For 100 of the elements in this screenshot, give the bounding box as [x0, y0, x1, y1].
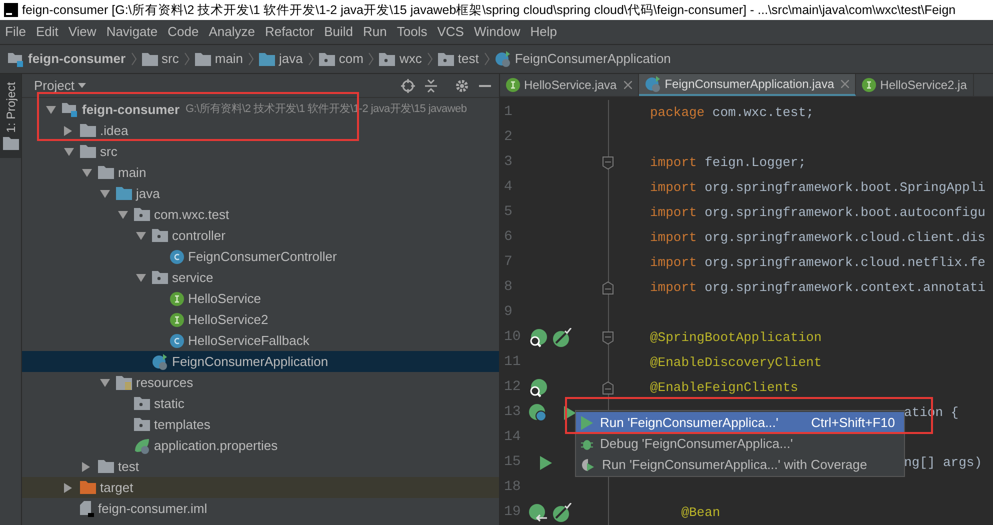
chevron-icon: [184, 52, 190, 66]
editor-tab[interactable]: HelloService2.ja: [856, 74, 974, 96]
menu-item[interactable]: Help: [525, 22, 562, 42]
project-view-dropdown[interactable]: Project: [34, 76, 86, 96]
fold-marker-icon[interactable]: [602, 330, 614, 344]
tree-item[interactable]: com.wxc.test: [22, 204, 499, 225]
close-icon[interactable]: [841, 80, 850, 88]
menu-item[interactable]: Tools: [392, 22, 432, 42]
tree-item[interactable]: resources: [22, 372, 499, 393]
close-icon[interactable]: [624, 81, 632, 89]
tree-item[interactable]: HelloServiceFallback: [22, 330, 499, 351]
crosshair-icon[interactable]: [401, 78, 415, 92]
menu-item[interactable]: View: [63, 22, 102, 42]
spring-class-icon: [152, 354, 168, 370]
tree-item[interactable]: controller: [22, 225, 499, 246]
line-number: 12: [503, 378, 522, 397]
fold-marker-icon[interactable]: [602, 380, 614, 394]
collapsed-arrow-icon[interactable]: [64, 126, 72, 136]
tree-item[interactable]: src: [22, 141, 499, 162]
expanded-arrow-icon[interactable]: [82, 168, 92, 176]
menu-item[interactable]: Run 'FeignConsumerApplica...' Ctrl+Shift+F10: [576, 412, 904, 433]
folder-icon: [142, 52, 158, 66]
tree-item[interactable]: HelloService2: [22, 309, 499, 330]
expanded-arrow-icon[interactable]: [136, 232, 146, 240]
tree-item[interactable]: application.properties: [22, 435, 499, 456]
tree-item[interactable]: java: [22, 183, 499, 204]
code-text: org.springframework.context.annotati: [704, 278, 986, 297]
folder-icon: [98, 460, 114, 473]
fold-marker-icon[interactable]: [602, 156, 614, 170]
class-icon: [170, 250, 184, 264]
bean-class-icon[interactable]: [528, 402, 548, 422]
menu-item[interactable]: Run: [358, 22, 392, 42]
menu-item[interactable]: VCS: [432, 22, 469, 42]
menu-item[interactable]: Refactor: [260, 22, 320, 42]
code-text: org.springframework.cloud.netflix.fe: [704, 254, 986, 272]
run-icon: [540, 456, 552, 470]
bean-search-icon[interactable]: [528, 328, 548, 348]
expanded-arrow-icon[interactable]: [100, 378, 110, 386]
expanded-arrow-icon[interactable]: [64, 148, 74, 156]
folder-icon: [98, 166, 114, 179]
tree-item[interactable]: HelloService: [22, 288, 499, 309]
code-text: org.springframework.boot.SpringAppli: [704, 178, 986, 197]
expanded-arrow-icon[interactable]: [136, 274, 146, 282]
package-folder-icon: [134, 208, 150, 221]
chevron-icon: [368, 52, 374, 66]
coverage-run-icon: [581, 458, 595, 472]
menu-item[interactable]: File: [0, 22, 31, 42]
editor-tab[interactable]: FeignConsumerApplication.java: [638, 74, 856, 96]
breadcrumb-item[interactable]: main: [194, 49, 244, 69]
menu-item[interactable]: Edit: [30, 22, 64, 42]
code-text: @EnableDiscoveryClient: [650, 354, 822, 372]
expanded-arrow-icon[interactable]: [46, 106, 56, 114]
menu-item[interactable]: Analyze: [204, 22, 260, 42]
code-text: import: [650, 204, 697, 222]
tree-item[interactable]: target: [22, 477, 499, 498]
collapse-icon[interactable]: [425, 78, 437, 92]
line-number: 8: [503, 278, 514, 297]
tree-item[interactable]: FeignConsumerController: [22, 246, 499, 267]
module-icon: [8, 52, 24, 66]
menu-item[interactable]: Build: [319, 22, 358, 42]
editor-tab[interactable]: HelloService.java: [500, 74, 639, 96]
menu-item[interactable]: Run 'FeignConsumerApplica...' with Coverage: [576, 454, 904, 475]
tree-item[interactable]: service: [22, 267, 499, 288]
tree-item[interactable]: main: [22, 162, 499, 183]
expanded-arrow-icon[interactable]: [118, 210, 128, 218]
breadcrumb-item[interactable]: feign-consumer: [8, 49, 126, 69]
line-number: 13: [503, 403, 522, 422]
breadcrumb-item[interactable]: wxc: [379, 49, 422, 69]
folder-icon: [80, 145, 96, 158]
bean-search-icon[interactable]: [528, 378, 548, 398]
fold-marker-icon[interactable]: [602, 280, 614, 294]
spring-leaf-icon: [134, 438, 150, 454]
tree-item[interactable]: test: [22, 456, 499, 477]
tree-item[interactable]: feign-consumer.iml: [22, 498, 499, 519]
file-icon: [80, 500, 94, 516]
project-tool-tab[interactable]: 1: Project: [0, 74, 21, 158]
breadcrumb-item[interactable]: java: [259, 49, 303, 69]
breadcrumb-item[interactable]: test: [438, 49, 479, 69]
tree-item[interactable]: static: [22, 393, 499, 414]
package-folder-icon: [318, 52, 335, 66]
menu-item[interactable]: Window: [468, 22, 526, 42]
breadcrumb-item[interactable]: src: [142, 49, 179, 69]
bean-check-icon[interactable]: [552, 502, 572, 522]
breadcrumb-item[interactable]: FeignConsumerApplication: [494, 49, 671, 69]
breadcrumb-item[interactable]: com: [318, 49, 364, 69]
tree-item[interactable]: FeignConsumerApplication: [22, 351, 499, 372]
expanded-arrow-icon[interactable]: [100, 190, 110, 198]
menu-item[interactable]: Debug 'FeignConsumerApplica...': [576, 433, 904, 454]
code-text: import: [650, 228, 697, 247]
collapsed-arrow-icon[interactable]: [64, 482, 72, 492]
settings-icon[interactable]: [455, 78, 469, 92]
code-text: @EnableFeignClients: [650, 378, 798, 397]
bean-check-icon[interactable]: [552, 328, 572, 348]
tree-item[interactable]: .idea: [22, 120, 499, 141]
line-number: 1: [503, 103, 514, 122]
minimize-icon[interactable]: [479, 84, 491, 86]
menu-item[interactable]: Code: [162, 22, 204, 42]
tree-item[interactable]: templates: [22, 414, 499, 435]
menu-item[interactable]: Navigate: [101, 22, 163, 42]
collapsed-arrow-icon[interactable]: [82, 462, 90, 472]
